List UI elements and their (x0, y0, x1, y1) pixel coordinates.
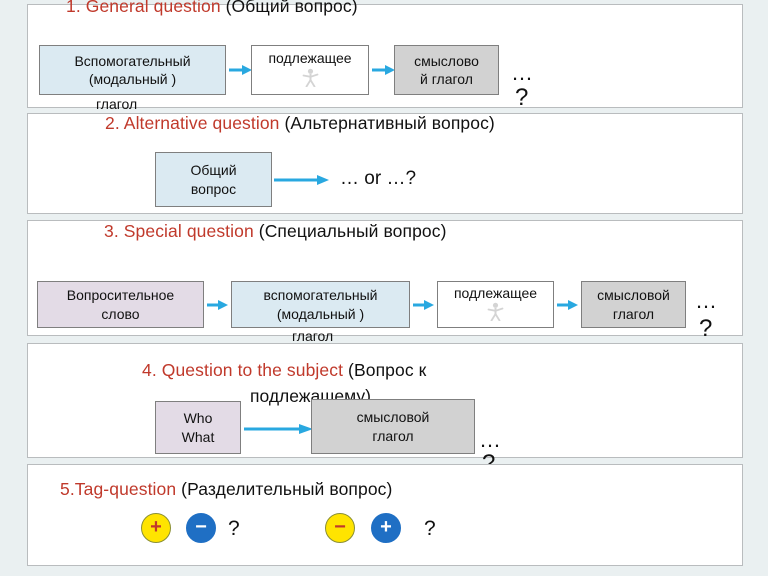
box-line-2: слово (101, 305, 140, 322)
box-notional-verb-3[interactable]: смысловой глагол (581, 281, 686, 328)
box-line-1: Вспомогательный (74, 52, 191, 69)
box-line-1: вспомогательный (263, 287, 378, 304)
box-line-1: смысловой (356, 409, 430, 426)
arrow-icon-4 (244, 423, 314, 435)
badge-positive-blue[interactable]: + (371, 513, 401, 543)
section-number: 4. (142, 360, 157, 380)
section-number: 1. (66, 0, 81, 16)
box-line-1: Who (183, 410, 213, 427)
stick-figure-icon (487, 302, 504, 325)
badge-negative-yellow[interactable]: − (325, 513, 355, 543)
section-number: 2. (105, 113, 120, 133)
box-overflow-text-3: глагол (292, 328, 334, 344)
section-title-question-to-subject: 4. Question to the subject (Вопрос к (142, 360, 426, 381)
stick-figure-icon (302, 68, 319, 91)
badge-sign: + (380, 516, 392, 538)
box-notional-verb-4[interactable]: смысловой глагол (311, 399, 475, 454)
badge-positive-yellow[interactable]: + (141, 513, 171, 543)
arrow-icon-1b (372, 64, 396, 76)
section-title-english: Special question (123, 221, 254, 241)
box-question-word-3[interactable]: Вопросительное слово (37, 281, 204, 328)
section-title-general-question: 1. General question (Общий вопрос) (66, 0, 358, 17)
box-subject-3[interactable]: подлежащее (437, 281, 554, 328)
box-line-2: й глагол (420, 71, 473, 87)
section-title-russian: (Общий вопрос) (225, 0, 358, 16)
box-line-2: (модальный ) (88, 71, 177, 87)
box-line-1: Вопросительное (66, 287, 175, 304)
box-auxiliary-modal-verb-1[interactable]: Вспомогательный (модальный ) (39, 45, 226, 95)
box-line-2: глагол (372, 427, 414, 444)
section-title-english: Alternative question (123, 113, 280, 133)
section-title-russian: (Разделительный вопрос) (181, 479, 393, 499)
badge-sign: + (150, 516, 162, 538)
ellipsis-3: … (695, 288, 719, 313)
badge-negative-blue[interactable]: − (186, 513, 216, 543)
arrow-icon-3a (207, 299, 229, 311)
box-line-2: глагол (612, 305, 655, 322)
section-title-russian: (Специальный вопрос) (258, 221, 447, 241)
question-mark-tag-2: ? (424, 517, 436, 540)
section-title-english: General question (85, 0, 221, 16)
question-mark-tag-1: ? (228, 517, 240, 540)
box-line-1: смыслово (414, 52, 479, 69)
section-title-russian: (Вопрос к (348, 360, 427, 380)
box-general-question-2[interactable]: Общий вопрос (155, 152, 272, 207)
box-who-what-4[interactable]: Who What (155, 401, 241, 454)
box-line-2: (модальный ) (276, 305, 365, 322)
arrow-icon-2 (274, 174, 330, 186)
arrow-icon-3b (413, 299, 435, 311)
section-title-alternative-question: 2. Alternative question (Альтернативный … (105, 113, 495, 134)
box-auxiliary-modal-verb-3[interactable]: вспомогательный (модальный ) (231, 281, 410, 328)
box-line-1: подлежащее (268, 50, 352, 67)
box-line-2: What (181, 428, 215, 445)
section-number: 5. (60, 479, 75, 499)
section-title-tag-question: 5.Tag-question (Разделительный вопрос) (60, 479, 392, 500)
section-title-russian: (Альтернативный вопрос) (284, 113, 495, 133)
box-line-1: смысловой (597, 287, 670, 304)
box-subject-1[interactable]: подлежащее (251, 45, 369, 95)
section-title-special-question: 3. Special question (Специальный вопрос) (104, 221, 447, 242)
badge-sign: − (195, 516, 207, 538)
arrow-icon-3c (557, 299, 579, 311)
arrow-icon-1a (229, 64, 253, 76)
ellipsis-1: … (511, 60, 535, 85)
box-line-2: вопрос (190, 180, 237, 197)
box-line-1: Общий (190, 162, 237, 179)
badge-sign: − (334, 516, 346, 538)
section-title-english: Tag-question (74, 479, 177, 499)
section-number: 3. (104, 221, 119, 241)
question-mark-3: ? (699, 315, 713, 342)
slide-canvas: 1. General question (Общий вопрос) Вспом… (0, 0, 768, 576)
section-title-english: Question to the subject (161, 360, 344, 380)
box-notional-verb-1[interactable]: смыслово й глагол (394, 45, 499, 95)
box-line-1: подлежащее (453, 284, 538, 301)
question-mark-1: ? (515, 84, 529, 111)
alternative-formula: … or …? (340, 168, 417, 189)
box-overflow-text-1: глагол (96, 96, 138, 112)
